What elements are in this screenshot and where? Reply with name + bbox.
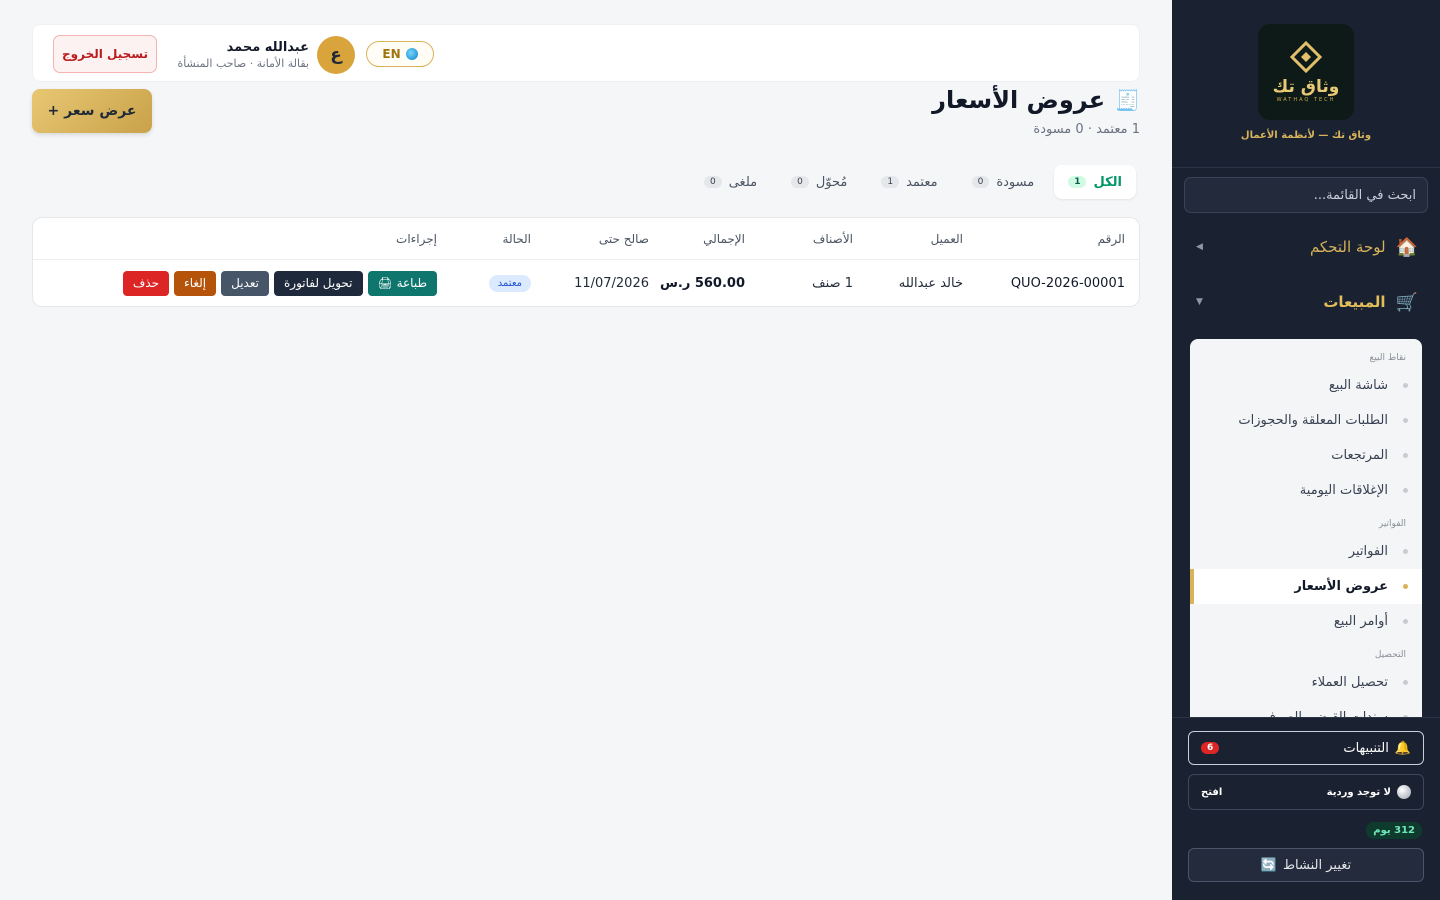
page-subtitle: 1 معتمد · 0 مسودة — [1033, 122, 1140, 137]
logo-mark-icon — [1289, 40, 1323, 75]
alerts-button[interactable]: 🔔 التنبيهات 6 — [1188, 731, 1424, 765]
brand-logo[interactable]: وثاق تك WATHAQ TECH — [1258, 24, 1354, 120]
language-toggle[interactable]: EN — [366, 41, 434, 67]
page-title: 🧾 عروض الأسعار — [932, 86, 1140, 114]
tab-count-badge: 1 — [1068, 176, 1087, 188]
column-header-status[interactable]: الحالة — [503, 218, 531, 259]
submenu-item-pos[interactable]: شاشة البيع — [1190, 368, 1422, 403]
column-header-number[interactable]: الرقم — [1098, 218, 1125, 259]
sidebar: وثاق تك WATHAQ TECH وثاق تك — لأنظمة الأ… — [1172, 0, 1440, 900]
tab-count-badge: 0 — [703, 176, 722, 188]
tab-count-badge: 0 — [791, 176, 809, 188]
shift-status-dot-icon — [1397, 785, 1411, 799]
cart-icon: 🛒 — [1395, 291, 1418, 313]
status-cell: معتمد — [488, 260, 531, 306]
tab-approved[interactable]: معتمد 1 — [867, 165, 951, 199]
page-title-text: عروض الأسعار — [932, 86, 1106, 114]
subscription-days-badge: 312 يوم — [1366, 822, 1422, 839]
submenu-item-sales-orders[interactable]: أوامر البيع — [1190, 604, 1422, 639]
submenu-item-invoices[interactable]: الفواتير — [1190, 534, 1422, 569]
chevron-down-icon: ▼ — [1196, 297, 1203, 307]
table-row[interactable]: QUO-2026-00001 خالد عبدالله 1 صنف 560.00… — [33, 260, 1139, 306]
globe-icon — [405, 48, 418, 60]
logout-button[interactable]: تسجيل الخروج — [53, 35, 157, 73]
brand-name: وثاق تك — [1272, 77, 1340, 97]
home-icon: 🏠 — [1395, 236, 1418, 258]
bell-icon: 🔔 — [1394, 740, 1411, 756]
submenu-group-title: التحصيل — [1374, 650, 1406, 660]
user-name: عبدالله محمد — [226, 40, 309, 55]
nav-sales[interactable]: 🛒 المبيعات ▼ — [1172, 282, 1440, 322]
column-header-actions: إجراءات — [396, 231, 437, 246]
tab-label: مسودة — [996, 174, 1035, 190]
delete-button[interactable]: حذف — [122, 270, 170, 296]
tab-label: الكل — [1093, 174, 1122, 190]
alerts-count-badge: 6 — [1201, 742, 1220, 754]
column-header-items[interactable]: الأصناف — [813, 218, 853, 259]
edit-button[interactable]: تعديل — [221, 270, 269, 296]
receipt-icon: 🧾 — [1115, 88, 1140, 112]
submenu-item-vouchers[interactable]: سندات القبض والصرف — [1190, 700, 1422, 717]
print-button[interactable]: طباعة 🖨 — [367, 270, 437, 296]
chevron-left-icon: ◀ — [1196, 242, 1203, 252]
change-activity-label: تغيير النشاط — [1283, 857, 1352, 873]
nav-dashboard[interactable]: 🏠 لوحة التحكم ◀ — [1172, 227, 1440, 267]
brand-caption: وثاق تك — لأنظمة الأعمال — [1240, 130, 1372, 141]
tab-label: مُحوّل — [815, 174, 848, 190]
submenu-item-customer-collections[interactable]: تحصيل العملاء — [1190, 665, 1422, 700]
quotation-number[interactable]: QUO-2026-00001 — [1011, 260, 1125, 306]
tab-all[interactable]: الكل 1 — [1054, 165, 1136, 199]
column-header-total[interactable]: الإجمالي — [703, 218, 745, 259]
column-header-customer[interactable]: العميل — [931, 218, 963, 259]
quotations-table: الرقم العميل الأصناف الإجمالي صالح حتى ا… — [32, 217, 1140, 307]
status-tabs: الكل 1 مسودة 0 معتمد 1 مُحوّل 0 ملغى 0 — [690, 163, 1136, 201]
top-header: تسجيل الخروج ع عبدالله محمد بقالة الأمان… — [32, 24, 1140, 82]
column-header-valid-until[interactable]: صالح حتى — [599, 218, 649, 259]
user-role: بقالة الأمانة · صاحب المنشأة — [177, 57, 309, 70]
sidebar-search-input[interactable]: ابحث في القائمة... — [1184, 177, 1428, 213]
valid-until-date: 11/07/2026 — [574, 275, 649, 291]
language-label: EN — [382, 47, 401, 61]
submenu-item-daily-closings[interactable]: الإغلاقات اليومية — [1190, 473, 1422, 508]
sales-submenu: نقاط البيع شاشة البيع الطلبات المعلقة وا… — [1190, 339, 1422, 717]
tab-count-badge: 1 — [881, 176, 900, 188]
submenu-item-returns[interactable]: المرتجعات — [1190, 438, 1422, 473]
brand: وثاق تك WATHAQ TECH وثاق تك — لأنظمة الأ… — [1172, 0, 1440, 168]
tab-count-badge: 0 — [971, 176, 990, 188]
tab-converted[interactable]: مُحوّل 0 — [777, 165, 861, 199]
tab-label: معتمد — [906, 174, 938, 190]
user-info[interactable]: ع عبدالله محمد بقالة الأمانة · صاحب المن… — [175, 36, 355, 74]
print-label: طباعة — [396, 276, 427, 290]
refresh-icon: 🔄 — [1260, 857, 1278, 873]
row-actions: طباعة 🖨 تحويل لفاتورة تعديل إلغاء حذف — [122, 260, 437, 306]
table-header: الرقم العميل الأصناف الإجمالي صالح حتى ا… — [33, 218, 1139, 260]
submenu-group-title: الفواتير — [1378, 519, 1406, 529]
total-amount: 560.00 ر.س — [659, 275, 745, 291]
items-count: 1 صنف — [812, 275, 853, 291]
customer-name: خالد عبدالله — [898, 275, 963, 291]
nav-dashboard-label: لوحة التحكم — [1309, 238, 1386, 256]
cancel-button[interactable]: إلغاء — [174, 270, 217, 296]
tab-label: ملغى — [728, 174, 758, 190]
submenu-item-pending-orders[interactable]: الطلبات المعلقة والحجوزات — [1190, 403, 1422, 438]
shift-label: لا توجد وردية — [1326, 786, 1391, 798]
shift-status: لا توجد وردية افتح — [1188, 774, 1424, 810]
open-shift-button[interactable]: افتح — [1201, 787, 1222, 798]
tab-draft[interactable]: مسودة 0 — [958, 165, 1049, 199]
change-activity-button[interactable]: تغيير النشاط 🔄 — [1188, 848, 1424, 882]
convert-to-invoice-button[interactable]: تحويل لفاتورة — [273, 270, 363, 296]
brand-sub: WATHAQ TECH — [1276, 97, 1336, 103]
submenu-item-quotations[interactable]: عروض الأسعار — [1190, 569, 1422, 604]
submenu-group-title: نقاط البيع — [1369, 353, 1406, 363]
nav-sales-label: المبيعات — [1323, 293, 1386, 311]
printer-icon: 🖨 — [377, 276, 393, 290]
alerts-label: التنبيهات — [1343, 740, 1389, 756]
sidebar-footer: 🔔 التنبيهات 6 لا توجد وردية افتح 312 يوم… — [1172, 717, 1440, 900]
tab-cancelled[interactable]: ملغى 0 — [690, 165, 771, 199]
status-badge: معتمد — [488, 274, 531, 292]
avatar: ع — [317, 36, 355, 74]
new-quotation-button[interactable]: + عرض سعر — [32, 89, 152, 133]
